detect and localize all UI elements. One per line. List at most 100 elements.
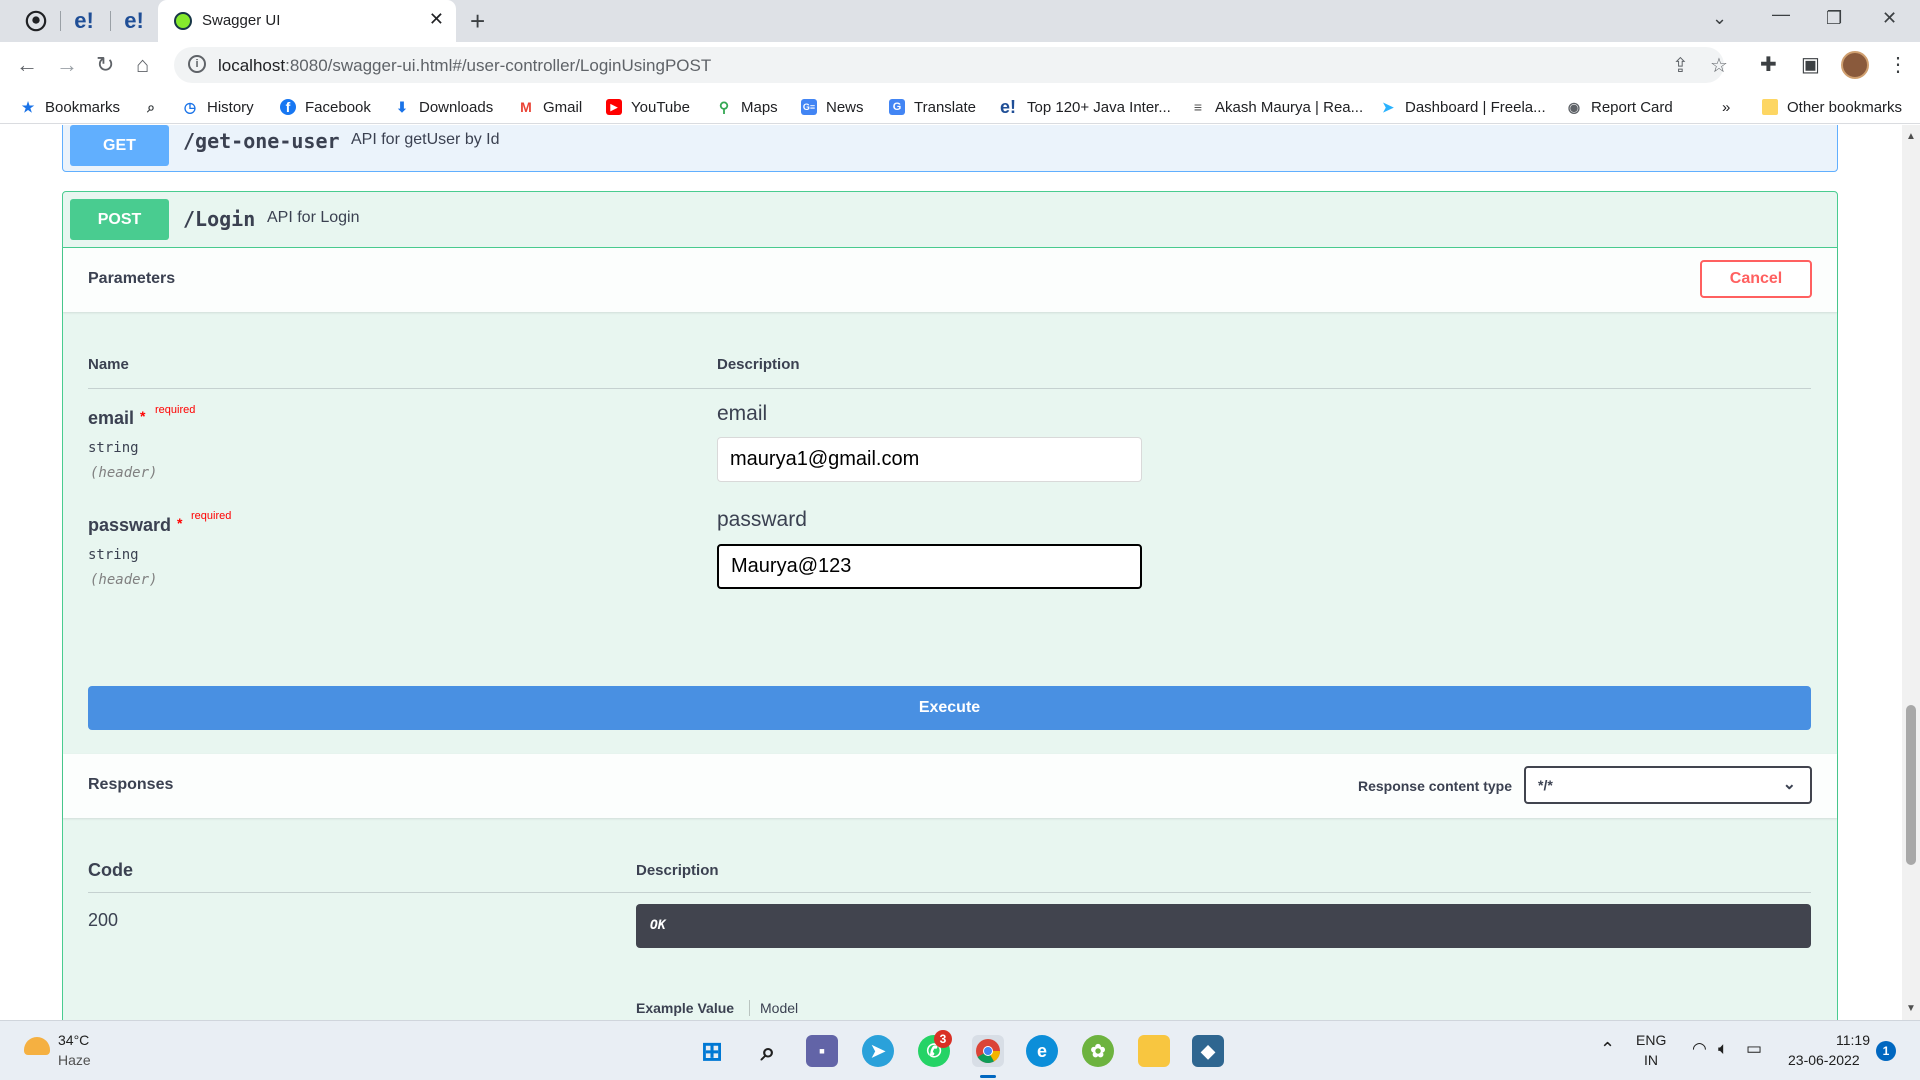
- bookmark-facebook[interactable]: f Facebook: [280, 96, 371, 118]
- search-icon[interactable]: ⌕: [752, 1035, 784, 1067]
- minimize-button[interactable]: —: [1772, 4, 1790, 25]
- menu-kebab-icon[interactable]: ⋮: [1888, 52, 1908, 77]
- mysql-workbench-icon[interactable]: ◆: [1192, 1035, 1224, 1067]
- profile-avatar[interactable]: [1841, 51, 1869, 79]
- teams-icon[interactable]: ▪: [806, 1035, 838, 1067]
- language-indicator[interactable]: ENG: [1636, 1032, 1666, 1048]
- param-location: (header): [90, 572, 158, 588]
- weather-temperature[interactable]: 34°C: [58, 1032, 89, 1048]
- bookmark-bookmarks[interactable]: ★ Bookmarks: [20, 96, 120, 118]
- bookmark-news[interactable]: G≡ News: [801, 96, 864, 118]
- telegram-icon[interactable]: ➤: [862, 1035, 894, 1067]
- tab-search-chevron-icon[interactable]: ⌄: [1712, 8, 1727, 29]
- bookmark-report-card[interactable]: ◉ Report Card: [1566, 96, 1673, 118]
- login-operation: POST /Login API for Login Parameters Can…: [62, 191, 1838, 1020]
- back-arrow-icon[interactable]: ←: [16, 52, 38, 78]
- language-region[interactable]: IN: [1644, 1052, 1658, 1068]
- reload-icon[interactable]: ↻: [96, 52, 114, 78]
- url-path: :8080/swagger-ui.html#/user-controller/L…: [285, 56, 712, 75]
- bookmark-downloads[interactable]: ⬇ Downloads: [394, 96, 493, 118]
- close-window-button[interactable]: ✕: [1882, 8, 1897, 29]
- spring-tool-suite-icon[interactable]: ✿: [1082, 1035, 1114, 1067]
- wifi-icon[interactable]: ◠: [1692, 1039, 1707, 1059]
- bookmark-history[interactable]: ◷ History: [182, 96, 254, 118]
- model-tab[interactable]: Model: [749, 1000, 798, 1016]
- parameters-title: Parameters: [88, 270, 176, 287]
- tray-overflow-chevron-icon[interactable]: ⌃: [1600, 1039, 1615, 1060]
- get-one-user-operation[interactable]: GET /get-one-user API for getUser by Id: [62, 125, 1838, 172]
- windows-taskbar: 34°C Haze ⊞ ⌕ ▪ ➤ ✆ 3 e ✿ ◆ ⌃ ENG IN ◠ 🔈…: [0, 1020, 1920, 1080]
- battery-icon[interactable]: ▭: [1746, 1039, 1762, 1059]
- youtube-icon: ▶: [606, 99, 622, 115]
- notification-count-badge[interactable]: 1: [1876, 1041, 1896, 1061]
- weather-description[interactable]: Haze: [58, 1052, 91, 1068]
- edge-icon[interactable]: e: [1026, 1035, 1058, 1067]
- clock-date[interactable]: 23-06-2022: [1788, 1052, 1860, 1068]
- tab-close-icon[interactable]: ✕: [429, 9, 444, 30]
- file-explorer-icon[interactable]: [1138, 1035, 1170, 1067]
- gmail-icon: M: [520, 99, 532, 115]
- bookmark-dashboard[interactable]: ➤ Dashboard | Freela...: [1380, 96, 1546, 118]
- responses-header: Responses Response content type */* ⌄: [63, 754, 1837, 818]
- volume-icon[interactable]: 🔈︎: [1718, 1039, 1728, 1059]
- facebook-icon: f: [280, 99, 296, 115]
- param-name-text: passward: [88, 515, 172, 535]
- download-icon: ⬇: [396, 99, 408, 115]
- divider: [88, 892, 1811, 893]
- bookmark-java-interview[interactable]: e! Top 120+ Java Inter...: [998, 96, 1171, 118]
- bookmark-gmail[interactable]: M Gmail: [518, 96, 582, 118]
- parameters-header: Parameters Cancel: [63, 248, 1837, 312]
- scroll-up-arrow-icon[interactable]: ▲: [1906, 131, 1916, 142]
- bookmark-akash-maurya[interactable]: ≡ Akash Maurya | Rea...: [1190, 96, 1363, 118]
- operation-path: /Login: [183, 207, 256, 231]
- email-field[interactable]: maurya1@gmail.com: [717, 437, 1142, 482]
- bookmark-search[interactable]: ⌕: [143, 96, 168, 118]
- scroll-down-arrow-icon[interactable]: ▼: [1906, 1003, 1916, 1014]
- e-icon: e!: [999, 97, 1016, 117]
- tab-title: Swagger UI: [202, 12, 281, 29]
- cancel-button[interactable]: Cancel: [1700, 260, 1812, 298]
- new-tab-button[interactable]: +: [470, 6, 485, 37]
- restore-button[interactable]: ❐: [1826, 8, 1842, 29]
- tab-bar: e! e! Swagger UI ✕ + ⌄ — ❐ ✕: [0, 0, 1920, 42]
- address-bar[interactable]: i localhost:8080/swagger-ui.html#/user-c…: [174, 47, 1728, 83]
- pinned-tab-2[interactable]: e!: [112, 6, 156, 36]
- side-panel-icon[interactable]: ▣: [1801, 52, 1820, 77]
- passward-field[interactable]: Maurya@123: [717, 544, 1142, 589]
- bookmark-label: Dashboard | Freela...: [1405, 98, 1546, 116]
- bookmark-label: YouTube: [631, 98, 690, 116]
- response-description-column-header: Description: [636, 862, 719, 879]
- share-icon[interactable]: ⇪: [1672, 53, 1689, 78]
- bookmark-maps[interactable]: ⚲ Maps: [716, 96, 778, 118]
- github-tab[interactable]: [14, 6, 58, 36]
- bookmark-star-icon[interactable]: ☆: [1710, 53, 1728, 78]
- pinned-tab-1[interactable]: e!: [62, 6, 106, 36]
- bookmark-label: Translate: [914, 98, 976, 116]
- operation-summary: API for Login: [267, 209, 360, 226]
- param-name-passward: passward *: [88, 515, 183, 536]
- browser-toolbar: ← → ↻ ⌂ i localhost:8080/swagger-ui.html…: [0, 42, 1920, 88]
- response-content-type-select[interactable]: */* ⌄: [1524, 766, 1812, 804]
- clock-time[interactable]: 11:19: [1836, 1032, 1870, 1048]
- github-icon: [25, 10, 47, 32]
- home-icon[interactable]: ⌂: [136, 52, 149, 78]
- operation-summary-bar[interactable]: POST /Login API for Login: [63, 192, 1837, 248]
- site-info-icon[interactable]: i: [188, 55, 206, 73]
- scrollbar-thumb[interactable]: [1906, 705, 1916, 865]
- forward-arrow-icon[interactable]: →: [56, 52, 78, 78]
- start-windows-icon[interactable]: ⊞: [696, 1035, 728, 1067]
- chrome-icon[interactable]: [972, 1035, 1004, 1067]
- weather-haze-icon[interactable]: [24, 1037, 50, 1055]
- bookmark-translate[interactable]: G Translate: [889, 96, 976, 118]
- bookmarks-overflow-button[interactable]: »: [1722, 96, 1730, 118]
- bookmark-youtube[interactable]: ▶ YouTube: [606, 96, 690, 118]
- example-value-tab[interactable]: Example Value: [636, 1000, 734, 1016]
- execute-button[interactable]: Execute: [88, 686, 1811, 730]
- param-name-email: email *: [88, 408, 145, 429]
- page-scrollbar[interactable]: ▲ ▼: [1902, 125, 1920, 1020]
- other-bookmarks[interactable]: Other bookmarks: [1762, 96, 1902, 118]
- passward-field-label: passward: [717, 508, 807, 531]
- active-tab[interactable]: Swagger UI ✕: [158, 0, 456, 42]
- extensions-puzzle-icon[interactable]: ✚: [1760, 52, 1777, 77]
- required-label: required: [191, 510, 232, 522]
